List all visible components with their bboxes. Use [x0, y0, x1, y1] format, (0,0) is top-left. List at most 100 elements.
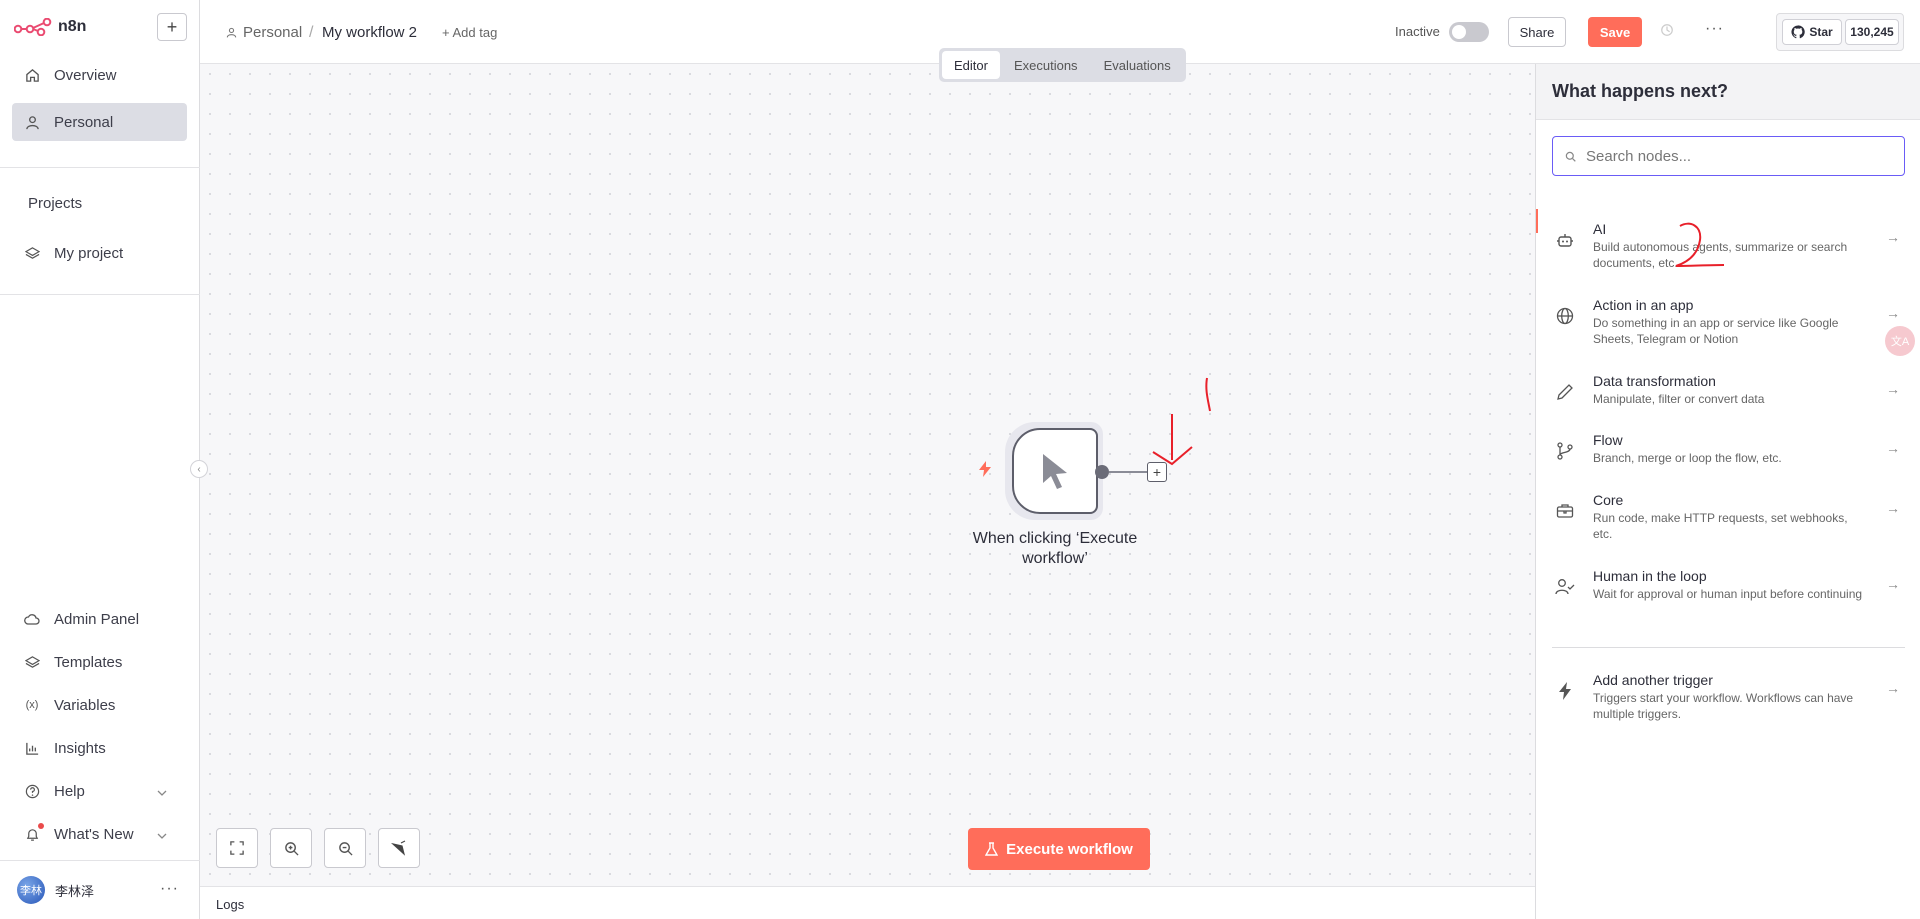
sidebar-divider [0, 167, 200, 168]
collapse-sidebar-button[interactable]: ‹ [190, 460, 208, 478]
add-node-button[interactable]: + [1147, 462, 1167, 482]
tab-editor[interactable]: Editor [942, 51, 1000, 79]
workflow-name[interactable]: My workflow 2 [322, 24, 417, 41]
add-tag-button[interactable]: + Add tag [442, 25, 497, 40]
nav-personal[interactable]: Personal [12, 103, 187, 141]
arrow-right-icon: → [1886, 305, 1900, 321]
category-title: Add another trigger [1593, 672, 1713, 688]
tab-evaluations[interactable]: Evaluations [1092, 51, 1183, 79]
nav-templates[interactable]: Templates [12, 643, 187, 681]
node-label: When clicking ‘Execute workflow’ [972, 530, 1138, 567]
logs-bar[interactable]: Logs [200, 886, 1535, 919]
panel-header: What happens next? [1536, 64, 1920, 120]
briefcase-icon [1554, 500, 1576, 522]
github-icon [1791, 25, 1806, 39]
logs-label: Logs [216, 897, 245, 912]
bar-chart-icon [24, 740, 40, 756]
fit-view-button[interactable] [216, 828, 258, 868]
nav-admin-panel[interactable]: Admin Panel [12, 600, 187, 638]
mouse-pointer-icon [1043, 454, 1067, 489]
category-desc: Branch, merge or loop the flow, etc. [1593, 451, 1782, 465]
nav-insights[interactable]: Insights [12, 729, 187, 767]
chevron-down-icon [157, 784, 167, 801]
new-button[interactable]: + [157, 13, 187, 41]
category-title: Action in an app [1593, 297, 1694, 313]
nav-overview-label: Overview [54, 66, 117, 84]
sidebar-divider [0, 860, 200, 861]
search-icon [1565, 151, 1576, 162]
arrow-right-icon: → [1886, 440, 1900, 456]
nav-my-project[interactable]: My project [12, 234, 187, 272]
breadcrumb-personal-label: Personal [243, 24, 303, 41]
share-button[interactable]: Share [1508, 17, 1566, 47]
help-icon [24, 783, 40, 799]
more-options-icon[interactable]: ··· [1705, 20, 1724, 38]
arrow-right-icon: → [1886, 500, 1900, 516]
user-menu[interactable]: 李林 李林泽 [17, 876, 94, 904]
nav-variables[interactable]: (x) Variables [12, 686, 187, 724]
github-star-button[interactable]: Star [1782, 19, 1842, 45]
nav-help-label: Help [54, 782, 85, 800]
user-check-icon [1554, 576, 1576, 598]
translate-icon[interactable]: 文A [1885, 326, 1915, 356]
globe-icon [1554, 305, 1576, 327]
category-title: Human in the loop [1593, 568, 1707, 584]
search-box[interactable] [1552, 136, 1905, 176]
node-output-handle[interactable] [1095, 465, 1109, 479]
zoom-out-icon [338, 841, 353, 856]
save-button[interactable]: Save [1588, 17, 1642, 47]
active-toggle[interactable] [1449, 22, 1489, 42]
nav-personal-label: Personal [54, 113, 114, 131]
n8n-logo[interactable]: n8n [14, 14, 86, 40]
notification-dot [38, 823, 44, 829]
cloud-icon [24, 611, 40, 627]
arrow-right-icon: → [1886, 680, 1900, 696]
category-desc: Run code, make HTTP requests, set webhoo… [1593, 511, 1848, 541]
projects-heading: Projects [28, 195, 83, 212]
breadcrumb-personal[interactable]: Personal [226, 24, 302, 41]
arrow-right-icon: → [1886, 381, 1900, 397]
bolt-icon [1554, 680, 1576, 702]
github-star-label: Star [1809, 25, 1833, 39]
category-title: Core [1593, 492, 1624, 508]
sidebar-divider [0, 294, 200, 295]
bell-icon [24, 826, 40, 842]
user-name: 李林泽 [55, 883, 95, 899]
user-more-icon[interactable]: ··· [160, 880, 179, 898]
n8n-logo-icon [14, 18, 52, 36]
github-star-count[interactable]: 130,245 [1845, 19, 1899, 45]
execute-workflow-button[interactable]: Execute workflow [968, 828, 1150, 870]
nav-whats-new[interactable]: What's New [12, 815, 187, 853]
arrow-right-icon: → [1886, 576, 1900, 592]
sidebar: n8n + Overview Personal Projects My proj… [0, 0, 200, 919]
category-desc: Build autonomous agents, summarize or se… [1593, 240, 1848, 270]
tidy-up-button[interactable] [378, 828, 420, 868]
avatar: 李林 [17, 876, 45, 904]
node-creator-panel: What happens next? AI Build autonomous a… [1535, 64, 1920, 919]
connector-line [1109, 471, 1147, 473]
category-desc: Wait for approval or human input before … [1593, 587, 1863, 601]
pencil-icon [1554, 381, 1576, 403]
manual-trigger-node[interactable] [1012, 428, 1098, 514]
fullscreen-icon [230, 841, 244, 855]
robot-icon [1554, 229, 1576, 251]
search-input[interactable] [1586, 147, 1886, 165]
nav-help[interactable]: Help [12, 772, 187, 810]
zoom-in-button[interactable] [270, 828, 312, 868]
user-icon [24, 114, 40, 130]
workflow-canvas[interactable]: Editor Executions Evaluations When click… [200, 48, 1535, 886]
tab-executions[interactable]: Executions [1002, 51, 1090, 79]
execute-workflow-label: Execute workflow [1006, 840, 1133, 858]
zoom-out-button[interactable] [324, 828, 366, 868]
category-desc: Do something in an app or service like G… [1593, 316, 1839, 346]
broom-icon [391, 840, 406, 856]
category-title: Data transformation [1593, 373, 1716, 389]
breadcrumb-separator: / [309, 24, 314, 41]
variables-icon: (x) [25, 699, 39, 711]
nav-insights-label: Insights [54, 739, 106, 757]
layers-icon [24, 245, 40, 261]
arrow-right-icon: → [1886, 229, 1900, 245]
nav-overview[interactable]: Overview [12, 56, 187, 94]
view-tabs: Editor Executions Evaluations [939, 48, 1186, 82]
history-icon[interactable] [1660, 23, 1674, 40]
